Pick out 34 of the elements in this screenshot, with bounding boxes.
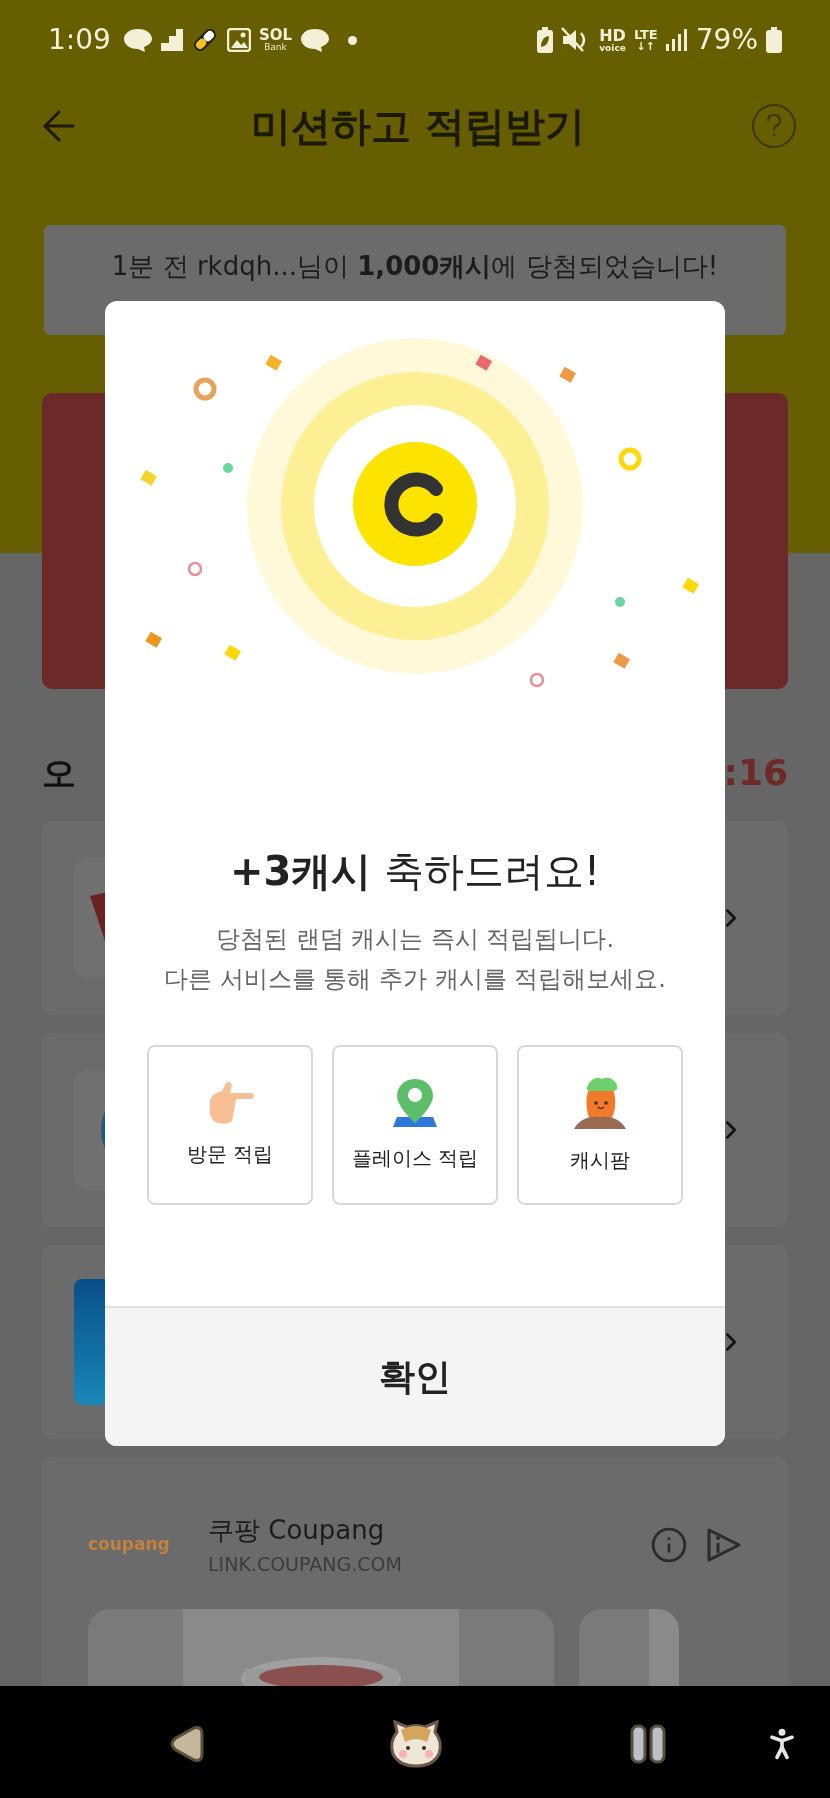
hamster-face-icon [387, 1718, 445, 1768]
info-icon[interactable] [650, 1525, 688, 1564]
bank-app-icon: SOL Bank [258, 28, 292, 52]
coupang-logo: coupang [88, 1533, 171, 1556]
winner-message: 1분 전 rkdqh...님이 1,000캐시에 당첨되었습니다! [111, 250, 719, 283]
ad-choices-icon[interactable] [706, 1526, 742, 1563]
lte-indicator: LTE ↓↑ [633, 28, 658, 52]
hd-voice-indicator: HD voice [599, 27, 626, 53]
dialog-message: 당첨된 랜덤 캐시는 즉시 적립됩니다. 다른 서비스를 통해 추가 캐시를 적립해보세요. [163, 924, 667, 995]
countdown-timer: :16 [723, 751, 788, 795]
chat-bubble-icon [122, 27, 153, 53]
stairs-icon [160, 29, 183, 51]
status-time: 1:09 [48, 22, 111, 58]
page-title: 미션하고 적립받기 [250, 102, 586, 151]
battery-saver-icon [537, 27, 554, 53]
shortcut-tile[interactable]: 캐시팜 [517, 1045, 683, 1205]
battery-icon [766, 27, 782, 53]
section-title: 오 [42, 751, 76, 795]
signal-icon [665, 29, 688, 51]
question-mark-icon [766, 114, 782, 138]
battery-percent: 79% [695, 22, 758, 58]
dialog-headline: +3캐시 축하드려요! [228, 847, 602, 896]
confirm-button[interactable]: 확인 [105, 1306, 725, 1446]
map-pin-icon [391, 1077, 439, 1129]
shortcut-tile[interactable]: 방문 적립 [147, 1045, 313, 1205]
two-bars-icon [630, 1724, 666, 1764]
carrot-icon [572, 1075, 628, 1131]
shortcut-tile[interactable]: 플레이스 적립 [332, 1045, 498, 1205]
chat-bubble-icon [300, 27, 330, 53]
advertiser-name: 쿠팡 Coupang [208, 1514, 386, 1547]
image-icon [226, 28, 251, 52]
dot-icon [348, 35, 357, 45]
recents-button[interactable] [630, 1724, 666, 1764]
home-button[interactable] [387, 1718, 445, 1768]
